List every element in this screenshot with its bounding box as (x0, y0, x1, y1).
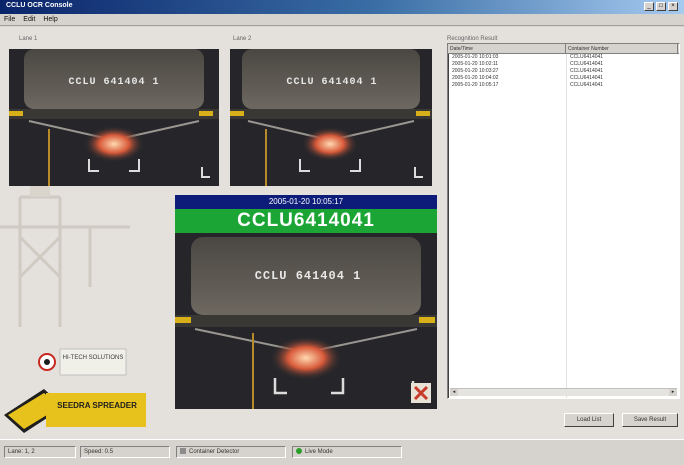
row-container: CCLU6414041 (570, 75, 604, 81)
detector-indicator-icon (180, 448, 186, 455)
live-indicator-icon (296, 448, 302, 455)
list-header: Date/Time Container Number (448, 44, 679, 54)
row-container: CCLU6414041 (570, 82, 604, 88)
row-container: CCLU6414041 (570, 54, 604, 60)
status-live-pane: Live Mode (292, 446, 402, 458)
list-row[interactable]: 2005-01-20 10:04:02 CCLU6414041 (448, 75, 679, 82)
load-list-button[interactable]: Load List (564, 413, 614, 427)
row-datetime: 2005-01-20 10:02:11 (452, 61, 499, 67)
lane1-camera-view: CCLU 641404 1 (9, 49, 219, 186)
recognition-panel-title: Recognition Result (447, 36, 498, 42)
list-row[interactable]: 2005-01-20 10:01:03 CCLU6414041 (448, 54, 679, 61)
window-title: CCLU OCR Console (6, 2, 73, 9)
maximize-button[interactable]: □ (656, 2, 666, 11)
menu-file[interactable]: File (4, 14, 15, 25)
company-badge-logo: HI-TECH SOLUTIONS (38, 345, 130, 379)
title-bar: CCLU OCR Console _ □ × (0, 0, 684, 14)
lane2-label: Lane 2 (233, 36, 252, 42)
list-row[interactable]: 2005-01-20 10:02:11 CCLU6414041 (448, 61, 679, 68)
horizontal-scrollbar[interactable]: ◂ ▸ (450, 388, 677, 396)
status-lane: Lane: 1, 2 (4, 446, 76, 458)
result-container-number: CCLU6414041 (175, 209, 437, 233)
close-button[interactable]: × (668, 2, 678, 11)
column-header-datetime[interactable]: Date/Time (448, 44, 566, 53)
menu-edit[interactable]: Edit (23, 14, 35, 25)
badge-text: HI-TECH SOLUTIONS (62, 355, 124, 361)
column-divider (566, 54, 567, 398)
list-row[interactable]: 2005-01-20 10:05:17 CCLU6414041 (448, 82, 679, 89)
row-datetime: 2005-01-20 10:03:27 (452, 68, 499, 74)
main-camera-view: CCLU 641404 1 (175, 233, 437, 409)
row-datetime: 2005-01-20 10:04:02 (452, 75, 499, 81)
status-live-label: Live Mode (305, 449, 333, 455)
scroll-right-icon[interactable]: ▸ (669, 389, 677, 396)
row-datetime: 2005-01-20 10:05:17 (452, 82, 499, 88)
lane2-plate-text: CCLU 641404 1 (286, 77, 378, 88)
menu-bar: File Edit Help (0, 14, 684, 26)
scroll-left-icon[interactable]: ◂ (450, 389, 458, 396)
lane2-camera-view: CCLU 641404 1 (230, 49, 432, 186)
main-plate-text: CCLU 641404 1 (254, 269, 362, 283)
save-result-button[interactable]: Save Result (622, 413, 678, 427)
lane1-plate-text: CCLU 641404 1 (68, 77, 160, 88)
row-datetime: 2005-01-20 10:01:03 (452, 54, 499, 60)
list-row[interactable]: 2005-01-20 10:03:27 CCLU6414041 (448, 68, 679, 75)
status-bar: Lane: 1, 2 Speed: 0.5 Container Detector… (0, 439, 684, 465)
row-container: CCLU6414041 (570, 61, 604, 67)
minimize-button[interactable]: _ (644, 2, 654, 11)
row-container: CCLU6414041 (570, 68, 604, 74)
status-speed: Speed: 0.5 (80, 446, 170, 458)
recognition-list[interactable]: Date/Time Container Number 2005-01-20 10… (447, 43, 680, 399)
status-detector-label: Container Detector (189, 449, 240, 455)
column-header-container[interactable]: Container Number (566, 44, 678, 53)
main-area: Lane 1 CCLU 641404 1 Lane 2 CCLU 641404 … (0, 27, 684, 439)
menu-help[interactable]: Help (43, 14, 57, 25)
status-detector-pane: Container Detector (176, 446, 286, 458)
spreader-logo-text: SEEDRA SPREADER (57, 401, 137, 410)
spreader-logo: SEEDRA SPREADER (4, 385, 154, 433)
result-datetime: 2005-01-20 10:05:17 (175, 195, 437, 209)
lane1-label: Lane 1 (19, 36, 38, 42)
